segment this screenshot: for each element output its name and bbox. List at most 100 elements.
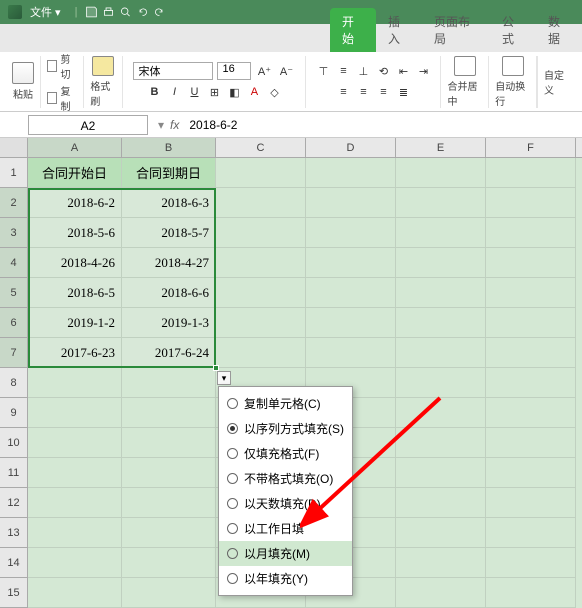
menu-fill-months[interactable]: 以月填充(M) bbox=[219, 541, 352, 566]
wrap-text-icon[interactable] bbox=[502, 56, 524, 76]
cell[interactable] bbox=[486, 368, 576, 398]
col-header-C[interactable]: C bbox=[216, 138, 306, 157]
tab-insert[interactable]: 插入 bbox=[376, 8, 422, 52]
row-header[interactable]: 10 bbox=[0, 428, 28, 458]
cell[interactable] bbox=[28, 398, 122, 428]
name-box[interactable]: A2 bbox=[28, 115, 148, 135]
row-header[interactable]: 5 bbox=[0, 278, 28, 308]
cell[interactable] bbox=[396, 188, 486, 218]
row-header[interactable]: 3 bbox=[0, 218, 28, 248]
save-icon[interactable] bbox=[85, 6, 98, 19]
custom-label[interactable]: 自定义 bbox=[544, 67, 570, 97]
cell[interactable] bbox=[486, 338, 576, 368]
cell[interactable]: 2018-5-6 bbox=[28, 218, 122, 248]
align-center-icon[interactable]: ≡ bbox=[354, 83, 372, 101]
cell[interactable] bbox=[486, 278, 576, 308]
cell[interactable] bbox=[396, 458, 486, 488]
cell[interactable] bbox=[216, 218, 306, 248]
cell[interactable] bbox=[396, 548, 486, 578]
cell[interactable] bbox=[396, 428, 486, 458]
cell[interactable] bbox=[122, 548, 216, 578]
cell[interactable]: 2018-6-6 bbox=[122, 278, 216, 308]
autofill-options-button[interactable]: ▾ bbox=[217, 371, 231, 385]
cell[interactable]: 2018-4-27 bbox=[122, 248, 216, 278]
cell[interactable]: 合同到期日 bbox=[122, 158, 216, 188]
row-header[interactable]: 14 bbox=[0, 548, 28, 578]
cell[interactable] bbox=[122, 578, 216, 608]
font-name-select[interactable]: 宋体 bbox=[133, 62, 213, 80]
cell[interactable]: 2017-6-23 bbox=[28, 338, 122, 368]
indent-increase-icon[interactable]: ⇥ bbox=[414, 62, 432, 80]
cell[interactable] bbox=[28, 578, 122, 608]
align-middle-icon[interactable]: ≡ bbox=[334, 62, 352, 80]
cell[interactable]: 2019-1-2 bbox=[28, 308, 122, 338]
cell[interactable] bbox=[396, 398, 486, 428]
row-header[interactable]: 9 bbox=[0, 398, 28, 428]
font-size-select[interactable]: 16 bbox=[217, 62, 251, 80]
italic-button[interactable]: I bbox=[165, 83, 183, 101]
cell[interactable]: 合同开始日 bbox=[28, 158, 122, 188]
cell[interactable] bbox=[486, 398, 576, 428]
print-icon[interactable] bbox=[102, 6, 115, 19]
cell[interactable] bbox=[28, 428, 122, 458]
menu-copy-cells[interactable]: 复制单元格(C) bbox=[219, 391, 352, 416]
cell[interactable] bbox=[216, 248, 306, 278]
cell[interactable] bbox=[28, 458, 122, 488]
cell[interactable]: 2019-1-3 bbox=[122, 308, 216, 338]
indent-decrease-icon[interactable]: ⇤ bbox=[394, 62, 412, 80]
tab-data[interactable]: 数据 bbox=[536, 8, 582, 52]
tab-page-layout[interactable]: 页面布局 bbox=[422, 8, 490, 52]
cell[interactable] bbox=[122, 458, 216, 488]
cell[interactable] bbox=[486, 218, 576, 248]
underline-button[interactable]: U bbox=[185, 83, 203, 101]
menu-fill-format-only[interactable]: 仅填充格式(F) bbox=[219, 441, 352, 466]
cell[interactable] bbox=[396, 248, 486, 278]
align-left-icon[interactable]: ≡ bbox=[334, 83, 352, 101]
font-color-button[interactable]: A bbox=[245, 83, 263, 101]
cell[interactable] bbox=[122, 488, 216, 518]
cell[interactable] bbox=[306, 308, 396, 338]
align-right-icon[interactable]: ≡ bbox=[374, 83, 392, 101]
paste-icon[interactable] bbox=[12, 62, 34, 84]
align-bottom-icon[interactable]: ⊥ bbox=[354, 62, 372, 80]
cell[interactable] bbox=[306, 218, 396, 248]
cell[interactable] bbox=[486, 308, 576, 338]
cell[interactable] bbox=[306, 338, 396, 368]
cell[interactable] bbox=[486, 428, 576, 458]
col-header-D[interactable]: D bbox=[306, 138, 396, 157]
menu-fill-without-format[interactable]: 不带格式填充(O) bbox=[219, 466, 352, 491]
select-all-corner[interactable] bbox=[0, 138, 28, 157]
row-header[interactable]: 4 bbox=[0, 248, 28, 278]
cell[interactable] bbox=[486, 248, 576, 278]
merge-center-icon[interactable] bbox=[454, 56, 476, 76]
cell[interactable] bbox=[486, 518, 576, 548]
cell[interactable] bbox=[486, 458, 576, 488]
cut-button[interactable]: 剪切 bbox=[47, 51, 77, 81]
cell[interactable] bbox=[122, 398, 216, 428]
fill-color-button[interactable]: ◧ bbox=[225, 83, 243, 101]
row-header[interactable]: 12 bbox=[0, 488, 28, 518]
cell[interactable] bbox=[122, 518, 216, 548]
cell[interactable] bbox=[306, 188, 396, 218]
row-header[interactable]: 15 bbox=[0, 578, 28, 608]
menu-file[interactable]: 文件 ▾ bbox=[30, 4, 61, 20]
border-button[interactable]: ⊞ bbox=[205, 83, 223, 101]
cell[interactable] bbox=[28, 518, 122, 548]
cell[interactable] bbox=[486, 158, 576, 188]
cell[interactable]: 2018-6-2 bbox=[28, 188, 122, 218]
cell[interactable] bbox=[396, 488, 486, 518]
redo-icon[interactable] bbox=[153, 6, 166, 19]
cell[interactable] bbox=[396, 578, 486, 608]
cell[interactable] bbox=[216, 158, 306, 188]
cell[interactable] bbox=[216, 278, 306, 308]
cell[interactable] bbox=[122, 368, 216, 398]
cell[interactable]: 2018-5-7 bbox=[122, 218, 216, 248]
fx-icon[interactable]: fx bbox=[170, 118, 179, 132]
increase-font-icon[interactable]: A⁺ bbox=[255, 62, 273, 80]
row-header[interactable]: 2 bbox=[0, 188, 28, 218]
cell[interactable] bbox=[486, 548, 576, 578]
cell[interactable] bbox=[306, 248, 396, 278]
decrease-font-icon[interactable]: A⁻ bbox=[277, 62, 295, 80]
cell[interactable] bbox=[396, 278, 486, 308]
cell[interactable] bbox=[396, 518, 486, 548]
